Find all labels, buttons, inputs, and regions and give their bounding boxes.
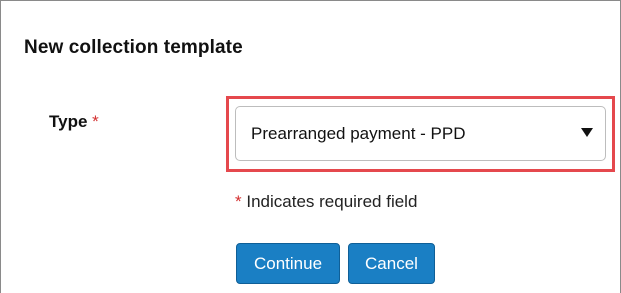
cancel-button[interactable]: Cancel	[348, 243, 435, 284]
type-field-label: Type *	[49, 112, 99, 132]
caret-down-icon	[581, 128, 593, 137]
dialog: New collection template Type * Prearrang…	[0, 0, 621, 293]
type-select-value: Prearranged payment - PPD	[251, 124, 466, 143]
required-asterisk: *	[92, 112, 99, 131]
required-field-note: * Indicates required field	[235, 192, 417, 212]
type-label-text: Type	[49, 112, 88, 131]
continue-button[interactable]: Continue	[236, 243, 340, 284]
required-note-text: Indicates required field	[246, 192, 418, 211]
dialog-title: New collection template	[24, 37, 243, 58]
required-note-asterisk: *	[235, 192, 242, 211]
type-select[interactable]: Prearranged payment - PPD	[235, 106, 606, 161]
